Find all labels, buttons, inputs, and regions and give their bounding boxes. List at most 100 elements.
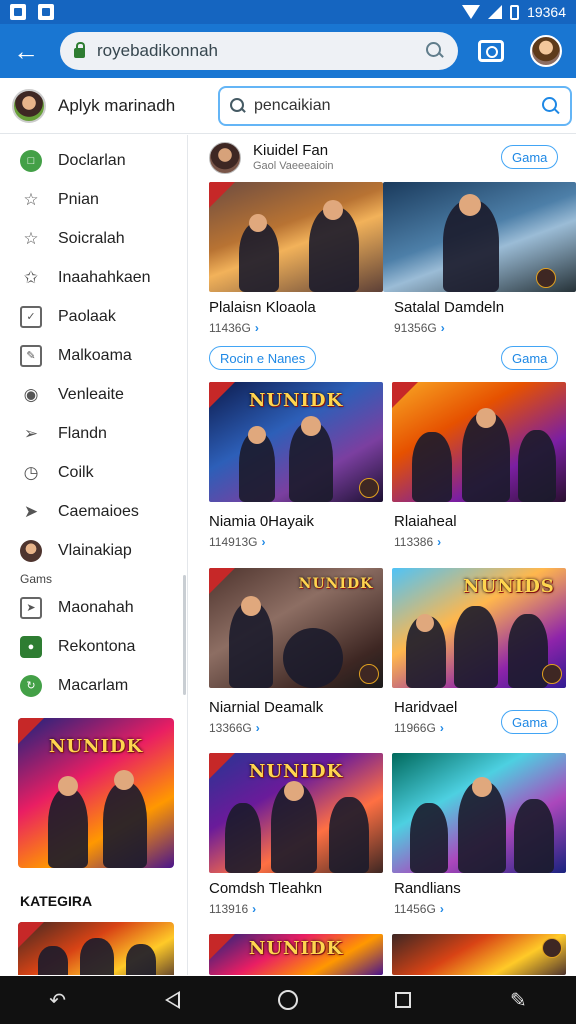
featured-avatar[interactable] [209, 142, 241, 174]
sidebar-item-label: Soicralah [58, 229, 125, 247]
sidebar-item-pnian[interactable]: ☆ Pnian [0, 180, 187, 219]
game-logo: NUNIDK [298, 576, 374, 592]
game-card-image[interactable] [209, 182, 383, 292]
sidebar-section-label: Gams [20, 572, 53, 586]
search-box[interactable] [218, 85, 572, 126]
game-card-size: 91356G [394, 321, 437, 335]
hero-head [476, 408, 496, 428]
game-card-image[interactable]: NUNIDK [209, 568, 383, 688]
hero-head [114, 770, 134, 790]
game-card-title[interactable]: Haridvael [394, 699, 457, 716]
sidebar-scrollbar[interactable] [183, 575, 186, 695]
game-artwork [392, 753, 566, 873]
search-submit-icon[interactable] [542, 96, 560, 115]
url-bar[interactable]: royebadikonnah [60, 32, 458, 70]
app-avatar[interactable] [12, 88, 46, 123]
sidebar-item-inaahahkaen[interactable]: ✩ Inaahahkaen [0, 258, 187, 297]
sidebar-item-doclarlan[interactable]: □ Doclarlan [0, 141, 187, 180]
game-card-title[interactable]: Niamia 0Hayaik [209, 513, 314, 530]
game-card-title[interactable]: Niarnial Deamalk [209, 699, 323, 716]
game-card-image[interactable] [392, 382, 566, 502]
pin-icon: ➢ [23, 423, 39, 443]
game-logo: NUNIDS [463, 576, 555, 597]
sidebar-item-label: Rekontona [58, 637, 136, 655]
sidebar-item-label: Flandn [58, 424, 107, 442]
app-header: Aplyk marinadh [0, 78, 576, 134]
game-card-title[interactable]: Comdsh Tleahkn [209, 880, 322, 897]
hero-head [323, 200, 343, 220]
game-logo: NUNIDK [248, 938, 344, 959]
back-triangle-icon [165, 991, 181, 1009]
sidebar-item-maonahah[interactable]: ➤ Maonahah [0, 588, 187, 627]
home-button[interactable] [268, 980, 308, 1020]
game-badge-icon [359, 478, 379, 498]
game-card-image[interactable] [392, 934, 566, 975]
game-badge-icon [542, 938, 562, 958]
sidebar: □ Doclarlan ☆ Pnian ☆ Soicralah ✩ Inaaha… [0, 135, 188, 975]
star-outline-icon: ☆ [23, 228, 39, 248]
search-icon[interactable] [426, 42, 444, 60]
game-card-title[interactable]: Randlians [394, 880, 461, 897]
chevron-right-icon[interactable]: › [262, 535, 266, 549]
game-card-title[interactable]: Satalal Damdeln [394, 299, 504, 316]
hero-figure [514, 799, 554, 873]
game-card-image[interactable]: NUNIDK [209, 382, 383, 502]
game-card-image[interactable] [383, 182, 576, 292]
game-card-image[interactable]: NUNIDK [209, 753, 383, 873]
sidebar-item-coilk[interactable]: ◷ Coilk [0, 453, 187, 492]
sidebar-item-paolaak[interactable]: ✓ Paolaak [0, 297, 187, 336]
game-card-size: 13366G [209, 721, 252, 735]
location-pin-icon: ◉ [23, 384, 39, 404]
chevron-right-icon[interactable]: › [255, 321, 259, 335]
game-card-meta: 113916 › [209, 902, 256, 916]
sidebar-item-venleaite[interactable]: ◉ Venleaite [0, 375, 187, 414]
game-card-size: 113916 [209, 902, 249, 916]
refresh-icon: ↻ [20, 674, 42, 697]
game-card-image[interactable] [392, 753, 566, 873]
hero-head [416, 614, 434, 632]
chevron-right-icon[interactable]: › [440, 902, 444, 916]
banner-logo: NUNIDK [48, 736, 144, 757]
hero-figure [126, 944, 156, 975]
game-artwork: NUNIDK [209, 934, 383, 975]
game-card-title[interactable]: Plalaisn Kloaola [209, 299, 316, 316]
sidebar-item-label: Paolaak [58, 307, 116, 325]
back-button[interactable] [153, 980, 193, 1020]
category-pill[interactable]: Rocin e Nanes [209, 346, 317, 370]
sidebar-item-soicralah[interactable]: ☆ Soicralah [0, 219, 187, 258]
recents-button[interactable] [383, 980, 423, 1020]
game-card-meta: 91356G › [394, 321, 445, 335]
game-card-title[interactable]: Rlaiaheal [394, 513, 457, 530]
camera-icon[interactable] [478, 40, 504, 62]
profile-avatar[interactable] [530, 35, 562, 67]
notification-icon [10, 4, 26, 20]
game-card-meta: 13366G › [209, 721, 260, 735]
chevron-right-icon[interactable]: › [437, 535, 441, 549]
hero-head [58, 776, 78, 796]
sidebar-item-macarlam[interactable]: ↻ Macarlam [0, 666, 187, 705]
game-card-image[interactable]: NUNIDS [392, 568, 566, 688]
game-pill[interactable]: Gama [501, 346, 559, 370]
sidebar-item-rekontona[interactable]: ● Rekontona [0, 627, 187, 666]
sidebar-item-vlainakiap[interactable]: Vlainakiap [0, 531, 187, 570]
screenshot-pen-icon[interactable]: ✎ [498, 980, 538, 1020]
sidebar-item-malkoama[interactable]: ✎ Malkoama [0, 336, 187, 375]
kategori-banner[interactable] [18, 922, 174, 975]
sidebar-item-flandn[interactable]: ➢ Flandn [0, 414, 187, 453]
browser-toolbar: ← royebadikonnah [0, 24, 576, 78]
sidebar-banner[interactable]: NUNIDK [18, 718, 174, 868]
rotate-icon[interactable]: ↶ [38, 980, 78, 1020]
game-card-image[interactable]: NUNIDK [209, 934, 383, 975]
featured-game-button[interactable]: Gama [501, 145, 559, 169]
game-artwork: NUNIDK [209, 753, 383, 873]
chevron-right-icon[interactable]: › [256, 721, 260, 735]
hero-figure [80, 938, 114, 975]
chevron-right-icon[interactable]: › [252, 902, 256, 916]
back-arrow-icon[interactable]: ← [8, 33, 44, 69]
game-pill[interactable]: Gama [501, 710, 559, 734]
game-artwork [392, 382, 566, 502]
search-input[interactable] [254, 96, 542, 115]
chevron-right-icon[interactable]: › [440, 721, 444, 735]
sidebar-item-caemaioes[interactable]: ➤ Caemaioes [0, 492, 187, 531]
chevron-right-icon[interactable]: › [441, 321, 445, 335]
